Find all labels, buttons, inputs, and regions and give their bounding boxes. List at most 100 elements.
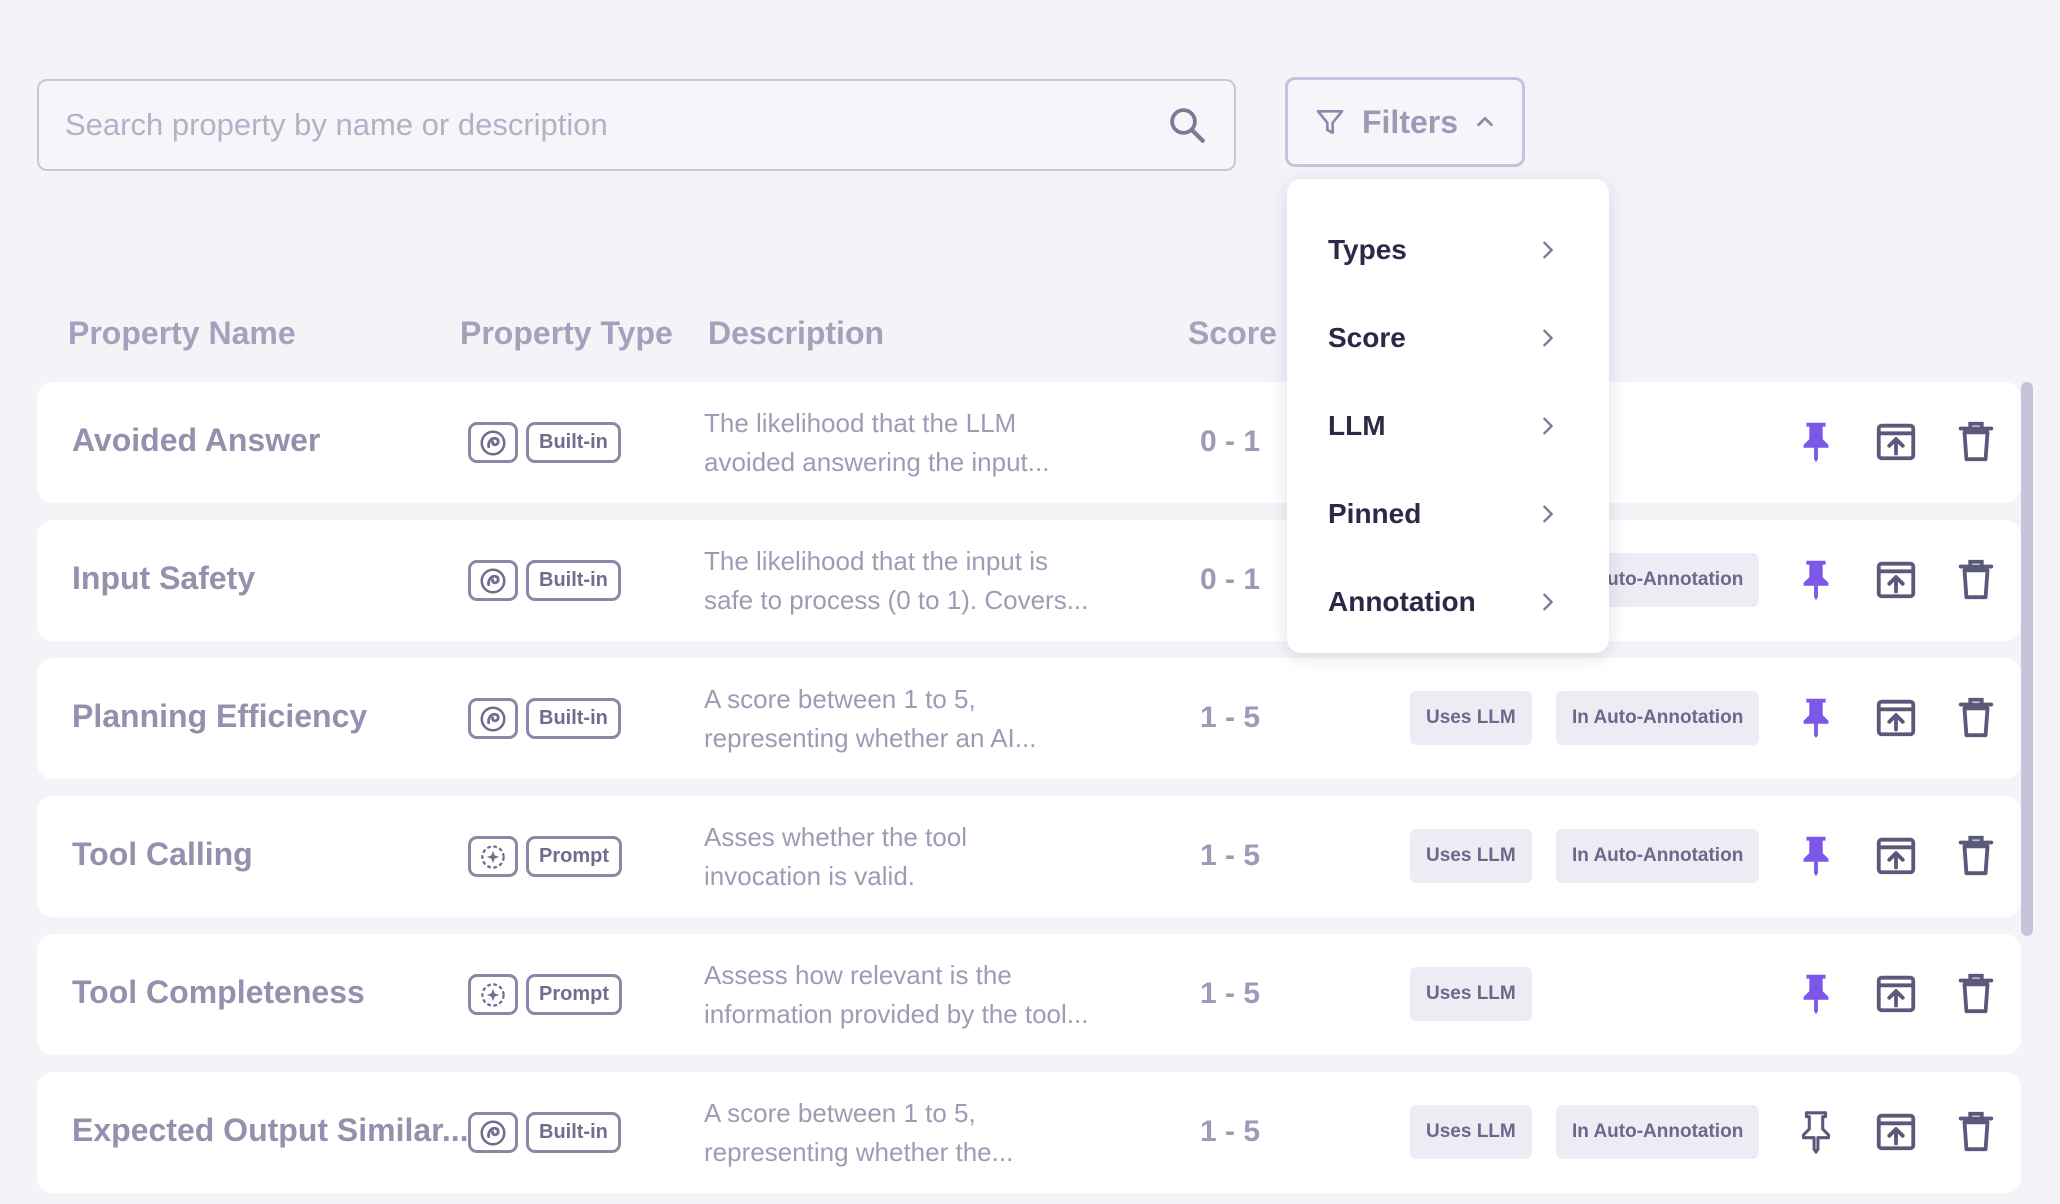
uses-llm-badge: Uses LLM [1410, 1105, 1532, 1159]
filter-menu-label: Annotation [1328, 586, 1476, 617]
score-range: 1 - 5 [1200, 839, 1261, 872]
trash-icon[interactable] [1953, 418, 1999, 464]
property-type-badge: Built-in [526, 422, 621, 463]
property-description: The likelihood that the input is safe to … [704, 542, 1124, 620]
table-row[interactable]: Tool Completeness Prompt Assess how releva… [37, 934, 2021, 1055]
export-icon[interactable] [1873, 832, 1919, 878]
trash-icon[interactable] [1953, 556, 1999, 602]
filter-menu-label: Types [1328, 234, 1407, 265]
column-header-property-type[interactable]: Property Type [460, 313, 673, 353]
property-description: Assess how relevant is the information pr… [704, 956, 1124, 1034]
property-name[interactable]: Planning Efficiency [72, 698, 367, 735]
built-in-icon [468, 422, 518, 463]
column-header-property-name[interactable]: Property Name [68, 313, 296, 353]
pin-outline-icon[interactable] [1793, 1108, 1839, 1154]
description-line-1: A score between 1 to 5, [704, 684, 976, 714]
chevron-right-icon [1543, 241, 1553, 259]
column-header-score[interactable]: Score [1188, 313, 1277, 353]
table-row[interactable]: Avoided Answer Built-in The likelihood tha… [37, 382, 2021, 503]
export-icon[interactable] [1873, 1108, 1919, 1154]
property-description: The likelihood that the LLM avoided answe… [704, 404, 1124, 482]
description-line-2: representing whether the... [704, 1137, 1014, 1167]
filter-menu-item-types[interactable]: Types [1287, 206, 1609, 294]
table-row[interactable]: Planning Efficiency Built-in A score betwe… [37, 658, 2021, 779]
score-range: 1 - 5 [1200, 1115, 1261, 1148]
built-in-icon [468, 1112, 518, 1153]
filter-menu-item-annotation[interactable]: Annotation [1287, 558, 1609, 646]
auto-annotation-badge: In Auto-Annotation [1556, 691, 1760, 745]
property-type-badge: Built-in [526, 1112, 621, 1153]
scrollbar-thumb[interactable] [2021, 382, 2033, 936]
filter-menu-item-score[interactable]: Score [1287, 294, 1609, 382]
property-name[interactable]: Tool Completeness [72, 974, 365, 1011]
built-in-icon [468, 560, 518, 601]
description-line-2: information provided by the tool... [704, 999, 1089, 1029]
trash-icon[interactable] [1953, 694, 1999, 740]
description-line-1: A score between 1 to 5, [704, 1098, 976, 1128]
export-icon[interactable] [1873, 418, 1919, 464]
description-line-2: avoided answering the input... [704, 447, 1050, 477]
auto-annotation-badge: In Auto-Annotation [1556, 1105, 1760, 1159]
description-line-2: representing whether an AI... [704, 723, 1037, 753]
chevron-right-icon [1543, 593, 1553, 611]
score-range: 1 - 5 [1200, 977, 1261, 1010]
property-type-badge: Built-in [526, 698, 621, 739]
filters-dropdown: Types Score LLM Pinned Annotation [1287, 179, 1609, 653]
chevron-right-icon [1543, 417, 1553, 435]
table-row[interactable]: Expected Output Similar... Built-in A scor… [37, 1072, 2021, 1193]
chevron-right-icon [1543, 505, 1553, 523]
search-icon[interactable] [1166, 104, 1208, 146]
property-type-badge: Prompt [526, 836, 622, 877]
property-name[interactable]: Input Safety [72, 560, 255, 597]
property-name[interactable]: Avoided Answer [72, 422, 320, 459]
prompt-icon [468, 836, 518, 877]
export-icon[interactable] [1873, 970, 1919, 1016]
filter-menu-item-llm[interactable]: LLM [1287, 382, 1609, 470]
property-description: Asses whether the tool invocation is vali… [704, 818, 1124, 896]
property-type-badge: Prompt [526, 974, 622, 1015]
property-type-badge: Built-in [526, 560, 621, 601]
property-description: A score between 1 to 5, representing whet… [704, 680, 1124, 758]
table-row[interactable]: Tool Calling Prompt Asses whether the tool… [37, 796, 2021, 917]
prompt-icon [468, 974, 518, 1015]
score-range: 1 - 5 [1200, 701, 1261, 734]
uses-llm-badge: Uses LLM [1410, 829, 1532, 883]
table-row[interactable]: Input Safety Built-in The likelihood that … [37, 520, 2021, 641]
score-range: 0 - 1 [1200, 425, 1261, 458]
filter-menu-label: Score [1328, 322, 1406, 353]
uses-llm-badge: Uses LLM [1410, 691, 1532, 745]
export-icon[interactable] [1873, 694, 1919, 740]
filter-menu-item-pinned[interactable]: Pinned [1287, 470, 1609, 558]
column-header-description[interactable]: Description [708, 313, 884, 353]
export-icon[interactable] [1873, 556, 1919, 602]
trash-icon[interactable] [1953, 970, 1999, 1016]
trash-icon[interactable] [1953, 1108, 1999, 1154]
pin-filled-icon[interactable] [1793, 418, 1839, 464]
filter-icon [1316, 110, 1344, 134]
filters-button[interactable]: Filters [1285, 77, 1525, 167]
description-line-1: Assess how relevant is the [704, 960, 1012, 990]
auto-annotation-badge: In Auto-Annotation [1556, 829, 1760, 883]
pin-filled-icon[interactable] [1793, 694, 1839, 740]
pin-filled-icon[interactable] [1793, 970, 1839, 1016]
search-box [37, 79, 1236, 171]
description-line-1: The likelihood that the LLM [704, 408, 1017, 438]
filter-menu-label: LLM [1328, 410, 1386, 441]
property-name[interactable]: Expected Output Similar... [72, 1112, 469, 1149]
description-line-2: safe to process (0 to 1). Covers... [704, 585, 1089, 615]
property-name[interactable]: Tool Calling [72, 836, 253, 873]
filter-menu-label: Pinned [1328, 498, 1422, 529]
pin-filled-icon[interactable] [1793, 556, 1839, 602]
score-range: 0 - 1 [1200, 563, 1261, 596]
pin-filled-icon[interactable] [1793, 832, 1839, 878]
built-in-icon [468, 698, 518, 739]
trash-icon[interactable] [1953, 832, 1999, 878]
search-input[interactable] [65, 107, 1166, 143]
filters-label: Filters [1361, 103, 1459, 140]
chevron-right-icon [1543, 329, 1553, 347]
description-line-1: Asses whether the tool [704, 822, 968, 852]
chevron-up-icon [1477, 116, 1493, 127]
description-line-1: The likelihood that the input is [704, 546, 1048, 576]
property-description: A score between 1 to 5, representing whet… [704, 1094, 1124, 1172]
description-line-2: invocation is valid. [704, 861, 915, 891]
